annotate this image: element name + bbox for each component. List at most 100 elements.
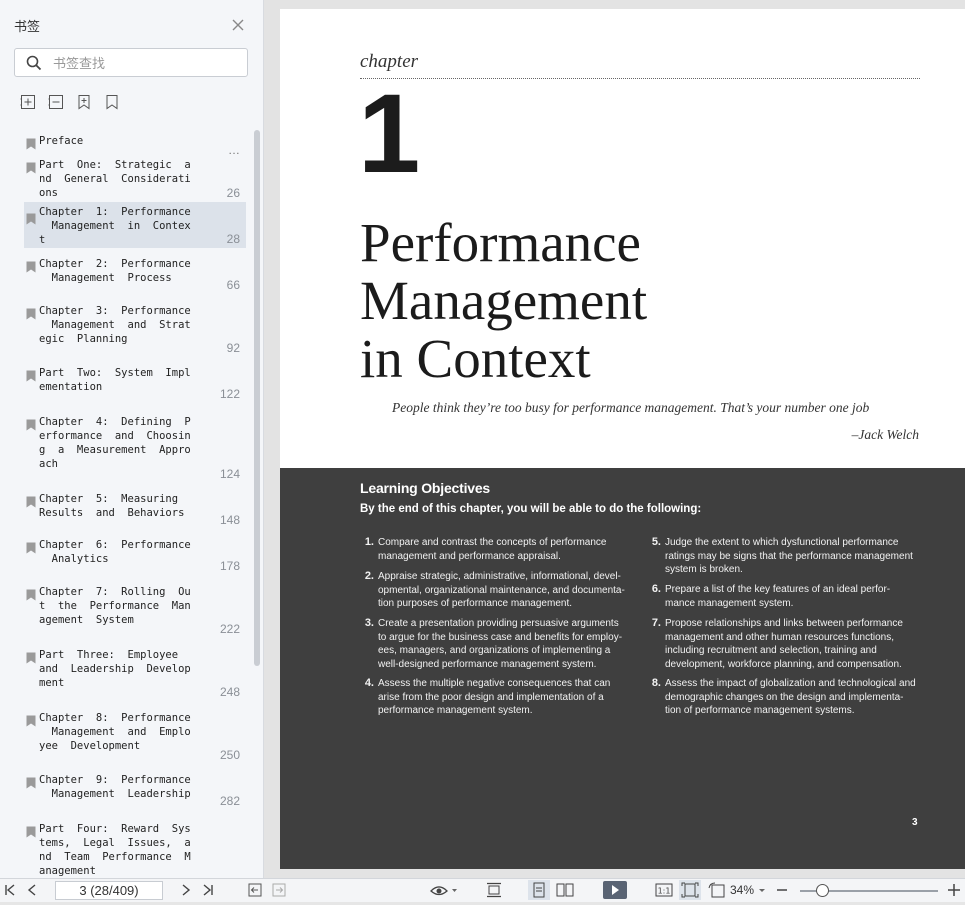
bookmark-flag-icon — [26, 137, 36, 155]
bookmark-label: Chapter 3: Performance Management and St… — [39, 305, 191, 345]
bookmark-label: Part Two: System Impl ementation — [39, 367, 191, 393]
objectives-intro: By the end of this chapter, you will be … — [360, 503, 702, 515]
more-dots: … — [228, 143, 240, 157]
bookmark-item[interactable]: Chapter 7: Rolling Ou t the Performance … — [24, 585, 246, 637]
bookmark-item[interactable]: Chapter 8: Performance Management and Em… — [24, 711, 246, 763]
bookmark-page: 248 — [219, 685, 240, 699]
bookmark-panel: 书签 Preface … Part One: Strategic — [0, 0, 264, 878]
objective-number: 4. — [364, 677, 374, 689]
objective-line: performance management system. — [378, 705, 533, 716]
bookmark-item[interactable]: Part Two: System Impl ementation 122 — [24, 366, 246, 402]
first-page-icon[interactable] — [4, 882, 16, 898]
bookmark-flag-icon — [26, 260, 36, 278]
objective-line: development, workforce planning, and com… — [665, 658, 902, 670]
bookmark-label: Chapter 2: Performance Management Proces… — [39, 258, 191, 284]
bookmark-label: Chapter 6: Performance Analytics — [39, 539, 191, 565]
bookmark-page: 282 — [219, 794, 240, 808]
objective-number: 7. — [651, 617, 661, 629]
objective-line: ratings may be signs that the performanc… — [665, 550, 913, 562]
objectives-title: Learning Objectives — [360, 480, 491, 496]
bookmark-page: 28 — [226, 232, 240, 246]
two-page-view-icon[interactable] — [556, 882, 574, 898]
bookmark-page: 124 — [219, 467, 240, 481]
previous-page-icon[interactable] — [26, 882, 38, 898]
bookmark-label: Chapter 4: Defining P erformance and Cho… — [39, 416, 191, 470]
bookmark-search[interactable] — [14, 48, 248, 77]
objective-line: ees, managers, and organizations of impl… — [378, 645, 611, 656]
bookmark-item[interactable]: Chapter 4: Defining P erformance and Cho… — [24, 415, 246, 481]
bookmark-item[interactable]: Chapter 6: Performance Analytics 178 — [24, 538, 246, 574]
chapter-rule — [360, 78, 920, 79]
play-slideshow-icon[interactable] — [603, 881, 627, 899]
bottom-toolbar: 1:1 34% — [0, 878, 965, 902]
bookmark-list: Preface … Part One: Strategic a nd Gener… — [16, 130, 250, 878]
bookmark-flag-icon — [26, 418, 36, 436]
add-bookmark-icon[interactable] — [76, 94, 92, 110]
bookmark-page: 178 — [219, 559, 240, 573]
search-icon — [26, 55, 42, 76]
bookmark-label: Chapter 9: Performance Management Leader… — [39, 774, 191, 800]
zoom-slider-thumb[interactable] — [816, 884, 829, 897]
objective-number: 2. — [364, 570, 374, 582]
bookmark-flag-icon — [26, 212, 36, 230]
objective-line: Prepare a list of the key features of an… — [665, 584, 891, 595]
bookmark-label: Chapter 7: Rolling Ou t the Performance … — [39, 586, 191, 626]
zoom-level[interactable]: 34% — [730, 883, 754, 897]
objective-line: Appraise strategic, administrative, info… — [378, 571, 621, 582]
page-number-input[interactable] — [55, 881, 163, 900]
zoom-in-icon[interactable] — [947, 882, 961, 898]
bookmark-item[interactable]: Chapter 9: Performance Management Leader… — [24, 773, 246, 809]
back-icon[interactable] — [248, 882, 262, 898]
eye-protection-icon[interactable] — [430, 882, 458, 898]
objective-number: 5. — [651, 536, 661, 548]
objective-line: Compare and contrast the concepts of per… — [378, 537, 607, 548]
single-page-scroll-icon[interactable] — [485, 882, 503, 898]
bookmark-item[interactable]: Chapter 3: Performance Management and St… — [24, 304, 246, 356]
bookmark-icon[interactable] — [104, 94, 120, 110]
objective-line: tion of performance management systems. — [665, 705, 855, 716]
bookmark-flag-icon — [26, 369, 36, 387]
collapse-all-icon[interactable] — [48, 94, 64, 110]
forward-icon[interactable] — [272, 882, 286, 898]
objective-number: 1. — [364, 536, 374, 548]
objective-line: Assess the multiple negative consequence… — [378, 678, 611, 689]
title-line: Management — [360, 270, 648, 331]
next-page-icon[interactable] — [180, 882, 192, 898]
rotate-icon[interactable] — [708, 882, 726, 898]
bookmark-item[interactable]: Preface … — [24, 134, 246, 157]
objective-line: tion purposes of performance management. — [378, 598, 572, 609]
single-page-view-icon[interactable] — [528, 880, 550, 900]
expand-all-icon[interactable] — [20, 94, 36, 110]
epigraph-quote: People think they’re too busy for perfor… — [392, 400, 870, 415]
last-page-icon[interactable] — [202, 882, 214, 898]
learning-objectives-box: Learning Objectives By the end of this c… — [280, 468, 965, 869]
bookmark-label: Part One: Strategic a nd General Conside… — [39, 159, 191, 199]
panel-title: 书签 — [14, 20, 41, 35]
bookmark-scrollbar[interactable] — [254, 130, 260, 666]
bookmark-item-selected[interactable]: Chapter 1: Performance Management in Con… — [24, 202, 246, 248]
bookmark-label: Part Four: Reward Sys tems, Legal Issues… — [39, 823, 191, 877]
bookmark-flag-icon — [26, 307, 36, 325]
title-line: Performance — [360, 212, 641, 273]
bookmark-item[interactable]: Chapter 2: Performance Management Proces… — [24, 257, 246, 293]
actual-size-icon[interactable]: 1:1 — [655, 882, 673, 898]
bookmark-page: 222 — [219, 622, 240, 636]
bookmark-page: 148 — [219, 513, 240, 527]
close-icon[interactable] — [229, 16, 247, 34]
objective-line: to argue for the business case and benef… — [378, 631, 623, 643]
bookmark-flag-icon — [26, 161, 36, 179]
bookmark-item[interactable]: Part Four: Reward Sys tems, Legal Issues… — [24, 822, 246, 878]
bookmark-item[interactable]: Chapter 5: Measuring Results and Behavio… — [24, 492, 246, 528]
zoom-out-icon[interactable] — [776, 882, 788, 898]
bookmark-item[interactable]: Part One: Strategic a nd General Conside… — [24, 158, 246, 200]
bookmark-page: 250 — [219, 748, 240, 762]
bookmark-flag-icon — [26, 495, 36, 513]
fit-page-icon[interactable] — [679, 880, 701, 900]
search-input[interactable] — [51, 53, 245, 75]
objective-line: Create a presentation providing persuasi… — [378, 618, 619, 629]
bookmark-item[interactable]: Part Three: Employee and Leadership Deve… — [24, 648, 246, 700]
epigraph-author: –Jack Welch — [851, 427, 919, 442]
zoom-dropdown-icon[interactable] — [758, 882, 766, 898]
objective-line: Judge the extent to which dysfunctional … — [665, 537, 899, 548]
objective-line: management and other human resources fun… — [665, 631, 895, 643]
